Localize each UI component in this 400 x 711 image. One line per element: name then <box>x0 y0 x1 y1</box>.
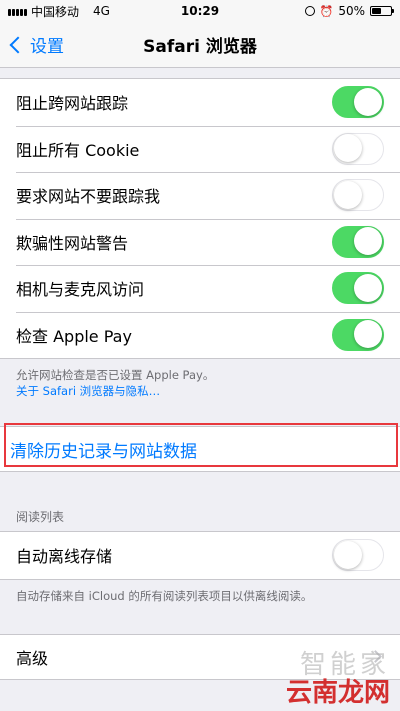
chevron-right-icon <box>369 650 382 663</box>
toggle-knob <box>333 180 362 209</box>
toggle-knob <box>354 273 382 302</box>
about-privacy-link[interactable]: 关于 Safari 浏览器与隐私… <box>16 383 384 399</box>
nav-bar: 设置 Safari 浏览器 <box>0 22 400 68</box>
apple-pay-note: 允许网站检查是否已设置 Apple Pay。 <box>16 368 215 382</box>
toggle-knob <box>333 134 362 163</box>
toggle-switch[interactable] <box>332 179 384 212</box>
privacy-row: 阻止所有 Cookie <box>0 125 400 173</box>
reading-list-group: 自动离线存储 <box>0 531 400 580</box>
back-button-label: 设置 <box>30 37 64 57</box>
network-type: 4G <box>93 4 110 18</box>
privacy-row: 要求网站不要跟踪我 <box>0 172 400 219</box>
chevron-left-icon <box>9 36 27 53</box>
row-label: 自动离线存储 <box>16 547 113 567</box>
toggle-switch[interactable] <box>332 318 384 351</box>
clear-history-label: 清除历史记录与网站数据 <box>10 441 197 462</box>
signal-strength-icon <box>8 7 27 16</box>
battery-level <box>372 8 381 14</box>
row-label: 相机与麦克风访问 <box>16 280 145 300</box>
carrier-name: 中国移动 <box>31 4 80 19</box>
row-label: 高级 <box>16 648 49 668</box>
clear-history-button[interactable]: 清除历史记录与网站数据 <box>0 427 400 471</box>
privacy-footer-note: 允许网站检查是否已设置 Apple Pay。 关于 Safari 浏览器与隐私… <box>0 359 400 399</box>
row-label: 欺骗性网站警告 <box>16 233 129 253</box>
toggle-switch[interactable] <box>332 272 384 305</box>
privacy-row: 阻止跨网站跟踪 <box>0 79 400 126</box>
privacy-row: 相机与麦克风访问 <box>0 265 400 312</box>
toggle-switch[interactable] <box>332 225 384 258</box>
toggle-knob <box>354 320 382 349</box>
battery-icon <box>370 6 394 16</box>
toggle-switch[interactable] <box>332 86 384 119</box>
toggle-knob <box>354 227 382 256</box>
status-bar: 中国移动 4G 10:29 ⏰ 50% <box>0 0 400 22</box>
row-label: 阻止跨网站跟踪 <box>16 94 129 114</box>
battery-percent: 50% <box>338 4 365 18</box>
privacy-settings-group: 阻止跨网站跟踪 阻止所有 Cookie 要求网站不要跟踪我 欺骗性网站警告 相机… <box>0 78 400 359</box>
privacy-row: 欺骗性网站警告 <box>0 218 400 266</box>
watermark-bottom-text: 云南龙网 <box>285 678 390 708</box>
clear-history-group: 清除历史记录与网站数据 <box>0 426 400 472</box>
status-left: 中国移动 4G <box>8 3 110 20</box>
toggle-knob <box>333 540 362 569</box>
back-button[interactable]: 设置 <box>0 32 64 57</box>
rotation-lock-icon <box>304 6 315 16</box>
reading-list-footer-note: 自动存储来自 iCloud 的所有阅读列表项目以供离线阅读。 <box>16 588 313 603</box>
offline-storage-row: 自动离线存储 <box>0 532 400 579</box>
advanced-group: 高级 <box>0 633 400 680</box>
reading-list-header: 阅读列表 <box>16 510 65 524</box>
toggle-switch[interactable] <box>332 132 384 165</box>
row-label: 要求网站不要跟踪我 <box>16 187 161 207</box>
advanced-row[interactable]: 高级 <box>0 635 400 679</box>
offline-storage-toggle[interactable] <box>332 539 384 572</box>
privacy-row: 检查 Apple Pay <box>0 311 400 359</box>
row-label: 检查 Apple Pay <box>16 326 132 346</box>
row-label: 阻止所有 Cookie <box>16 140 140 160</box>
alarm-icon: ⏰ <box>319 4 334 18</box>
status-right: ⏰ 50% <box>304 4 394 18</box>
toggle-knob <box>354 87 382 116</box>
